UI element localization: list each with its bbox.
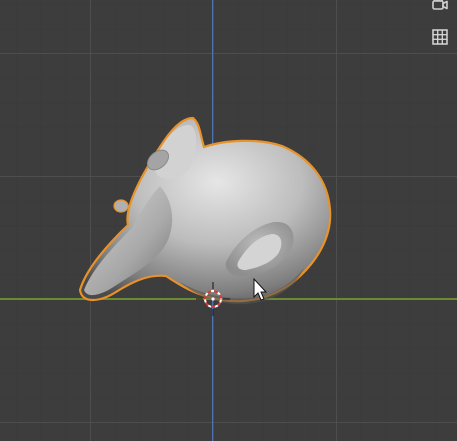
grid-perspective-icon[interactable]: [427, 24, 453, 50]
scene-canvas[interactable]: [0, 0, 457, 441]
camera-view-icon[interactable]: [427, 0, 453, 18]
monkey-ear-left: [113, 199, 129, 213]
3d-viewport[interactable]: [0, 0, 457, 441]
monkey-head-mesh[interactable]: [78, 116, 332, 305]
